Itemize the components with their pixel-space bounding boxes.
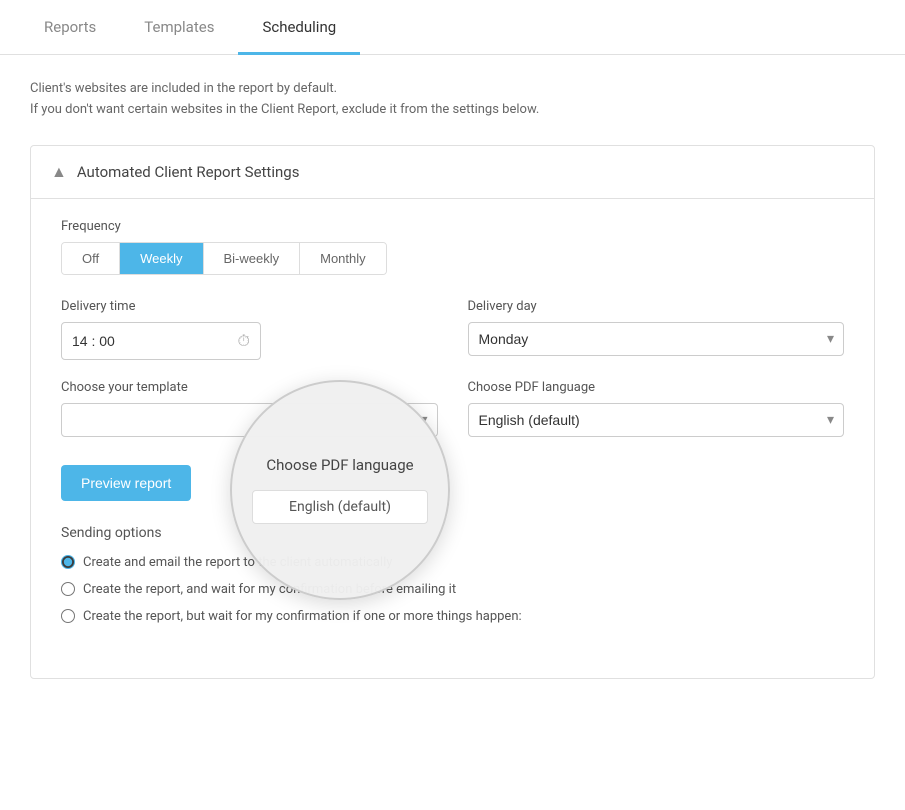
pdf-language-select[interactable]: English (default) French German Spanish <box>468 403 845 437</box>
frequency-label: Frequency <box>61 219 844 234</box>
chevron-icon: ▲ <box>51 162 67 182</box>
sending-options-title: Sending options <box>61 525 844 541</box>
radio-group: Create and email the report to the clien… <box>61 555 844 624</box>
info-block: Client's websites are included in the re… <box>30 79 875 121</box>
tab-templates[interactable]: Templates <box>120 0 238 54</box>
radio-confirm-issues-input[interactable] <box>61 609 75 623</box>
delivery-time-label: Delivery time <box>61 299 438 314</box>
main-content: Client's websites are included in the re… <box>0 55 905 703</box>
delivery-day-label: Delivery day <box>468 299 845 314</box>
delivery-day-group: Delivery day Monday Tuesday Wednesday Th… <box>468 299 845 360</box>
freq-biweekly[interactable]: Bi-weekly <box>204 243 301 274</box>
delivery-day-select-wrapper: Monday Tuesday Wednesday Thursday Friday… <box>468 322 845 356</box>
radio-confirm-issues-label: Create the report, but wait for my confi… <box>83 609 522 624</box>
pdf-language-select-wrapper: English (default) French German Spanish <box>468 403 845 437</box>
freq-off[interactable]: Off <box>62 243 120 274</box>
radio-confirm-label: Create the report, and wait for my confi… <box>83 582 456 597</box>
pdf-language-group: Choose PDF language English (default) Fr… <box>468 380 845 437</box>
pdf-language-label: Choose PDF language <box>468 380 845 395</box>
delivery-time-input[interactable]: ⏱ <box>61 322 261 360</box>
frequency-buttons: Off Weekly Bi-weekly Monthly <box>61 242 387 275</box>
template-label: Choose your template <box>61 380 438 395</box>
template-select-wrapper <box>61 403 438 437</box>
radio-auto-input[interactable] <box>61 555 75 569</box>
time-field[interactable] <box>72 333 152 349</box>
accordion: ▲ Automated Client Report Settings Frequ… <box>30 145 875 679</box>
info-line1: Client's websites are included in the re… <box>30 79 875 100</box>
delivery-day-select[interactable]: Monday Tuesday Wednesday Thursday Friday… <box>468 322 845 356</box>
tabs-nav: Reports Templates Scheduling <box>0 0 905 55</box>
freq-monthly[interactable]: Monthly <box>300 243 386 274</box>
template-row: Choose your template Choose PDF language… <box>61 380 844 437</box>
frequency-group: Frequency Off Weekly Bi-weekly Monthly <box>61 219 844 275</box>
freq-weekly[interactable]: Weekly <box>120 243 203 274</box>
tab-scheduling[interactable]: Scheduling <box>238 0 360 54</box>
info-line2: If you don't want certain websites in th… <box>30 100 875 121</box>
radio-confirm[interactable]: Create the report, and wait for my confi… <box>61 582 844 597</box>
template-group: Choose your template <box>61 380 438 437</box>
delivery-row: Delivery time ⏱ Delivery day Monday Tues… <box>61 299 844 360</box>
radio-confirm-issues[interactable]: Create the report, but wait for my confi… <box>61 609 844 624</box>
template-select[interactable] <box>61 403 438 437</box>
sending-options-group: Sending options Create and email the rep… <box>61 525 844 624</box>
radio-auto[interactable]: Create and email the report to the clien… <box>61 555 844 570</box>
accordion-body: Frequency Off Weekly Bi-weekly Monthly D… <box>31 198 874 678</box>
clock-icon: ⏱ <box>238 331 250 351</box>
preview-report-button[interactable]: Preview report <box>61 465 191 501</box>
radio-confirm-input[interactable] <box>61 582 75 596</box>
radio-auto-label: Create and email the report to the clien… <box>83 555 392 570</box>
accordion-title: Automated Client Report Settings <box>77 163 300 181</box>
delivery-time-group: Delivery time ⏱ <box>61 299 438 360</box>
tab-reports[interactable]: Reports <box>20 0 120 54</box>
accordion-header[interactable]: ▲ Automated Client Report Settings <box>31 146 874 198</box>
